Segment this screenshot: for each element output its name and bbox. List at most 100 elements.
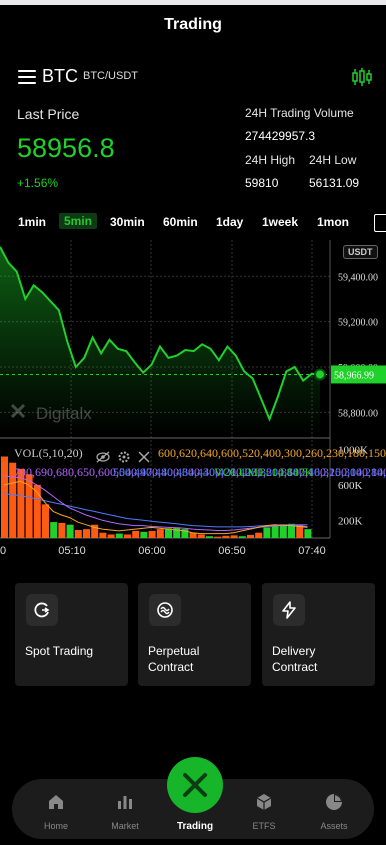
volume-bar	[107, 534, 115, 538]
price-axis-tick: 58,800.00	[338, 408, 378, 419]
volume-bar	[197, 534, 205, 538]
volume-bar	[156, 529, 164, 538]
nav-market-label: Market	[111, 821, 139, 831]
volume-bar	[83, 529, 90, 538]
volume-value: 274429957.3	[245, 129, 316, 143]
menu-icon[interactable]	[18, 70, 36, 84]
trading-fab-button[interactable]	[167, 757, 223, 813]
home-icon	[49, 795, 63, 809]
time-axis-tick: 06:50	[218, 545, 246, 557]
tab-interval-1min[interactable]: 1min	[18, 215, 46, 229]
time-axis-tick: 0	[0, 545, 6, 557]
last-price: 58956.8	[17, 133, 115, 163]
nav-trading-label[interactable]: Trading	[160, 821, 230, 832]
eye-icon[interactable]	[96, 451, 110, 463]
currency-tag: USDT	[343, 245, 378, 259]
volume-bar	[1, 456, 8, 538]
ma20-line	[3, 493, 308, 528]
close-icon[interactable]	[138, 451, 150, 463]
delivery-contract-label: Delivery Contract	[272, 644, 318, 674]
volume-bar	[74, 530, 82, 538]
tab-interval-1week[interactable]: 1week	[262, 215, 298, 229]
trading-x-icon	[183, 773, 208, 797]
volume-bar	[115, 533, 123, 538]
volume-bar	[148, 530, 156, 538]
volume-bar	[214, 536, 222, 538]
spot-trading-icon	[26, 594, 58, 626]
volume-bar	[99, 532, 107, 538]
price-change: +1.56%	[17, 176, 59, 190]
low-value: 56131.09	[309, 176, 360, 190]
volume-bar	[66, 524, 74, 538]
volume-bar	[173, 527, 181, 538]
time-axis-tick: 07:40	[298, 545, 326, 557]
tab-interval-60min[interactable]: 60min	[163, 215, 198, 229]
volume-axis-tick: 600K	[338, 480, 363, 492]
volume-bar	[17, 468, 25, 538]
nav-assets[interactable]: Assets	[304, 779, 364, 839]
current-price-dot	[314, 368, 326, 381]
nav-etfs[interactable]: ETFS	[234, 779, 294, 839]
low-label: 24H Low	[309, 153, 357, 167]
interval-tabs: 1min 5min 30min 60min 1day 1week 1mon	[0, 212, 386, 234]
price-axis-tick: 59,400.00	[338, 272, 378, 283]
current-price-tag-label: 58,966.99	[334, 370, 374, 381]
nav-home[interactable]: Home	[26, 779, 86, 839]
cube-icon	[256, 794, 272, 810]
bar-chart-icon	[118, 796, 132, 809]
volume-bar	[124, 534, 131, 538]
pie-chart-icon	[326, 794, 342, 810]
ma5-label: 600,620,640,600,520,400,300,260,230,180,…	[158, 446, 386, 460]
volume-bar	[304, 529, 312, 538]
spot-trading-card[interactable]: Spot Trading	[15, 583, 128, 686]
nav-etfs-label: ETFS	[252, 821, 276, 831]
volume-label-value: VOLUME: 14.847K	[214, 465, 314, 479]
nav-home-label: Home	[43, 821, 68, 831]
perpetual-contract-label: Perpetual Contract	[148, 644, 200, 674]
svg-text:Digitalx: Digitalx	[36, 404, 92, 423]
chart-settings-icon[interactable]	[374, 214, 386, 232]
time-axis-tick: 05:10	[58, 545, 86, 557]
time-axis-tick: 06:00	[138, 545, 166, 557]
tab-interval-5min[interactable]: 5min	[59, 213, 98, 229]
last-price-label: Last Price	[17, 106, 80, 122]
volume-bar	[42, 504, 49, 538]
volume-bar	[206, 536, 213, 538]
symbol[interactable]: BTC	[42, 66, 78, 87]
nav-market[interactable]: Market	[95, 779, 155, 839]
tab-interval-30min[interactable]: 30min	[110, 215, 145, 229]
volume-bar	[50, 522, 58, 538]
perpetual-contract-icon	[149, 594, 181, 626]
price-axis-tick: 59,200.00	[338, 318, 378, 329]
volume-bar	[222, 535, 230, 538]
status-strip	[0, 0, 386, 5]
volume-label: 24H Trading Volume	[245, 106, 354, 120]
vol-indicator-label: VOL(5,10,20)	[14, 446, 83, 460]
volume-axis-tick: 200K	[338, 515, 363, 527]
volume-bar	[140, 531, 148, 538]
volume-bar	[263, 527, 271, 538]
volume-bar	[247, 534, 254, 538]
tab-interval-1mon[interactable]: 1mon	[317, 215, 349, 229]
volume-bar	[255, 532, 263, 538]
tab-interval-1day[interactable]: 1day	[216, 215, 243, 229]
delivery-contract-icon	[273, 594, 305, 626]
volume-bar	[271, 524, 279, 538]
delivery-contract-card[interactable]: Delivery Contract	[262, 583, 375, 686]
volume-bar	[230, 535, 238, 538]
price-chart[interactable]: 59,400.0059,200.0059,000.0058,800.0058,9…	[0, 240, 386, 560]
volume-bar	[58, 522, 66, 538]
ma10-line	[3, 475, 308, 531]
high-value: 59810	[245, 176, 279, 190]
candlestick-chart-icon[interactable]	[352, 67, 372, 87]
volume-bar	[279, 525, 287, 538]
page-title: Trading	[164, 16, 222, 33]
volume-bar	[238, 536, 246, 538]
spot-trading-label: Spot Trading	[25, 644, 94, 658]
gear-icon[interactable]	[118, 451, 130, 463]
pair-label: BTC/USDT	[83, 70, 138, 82]
perpetual-contract-card[interactable]: Perpetual Contract	[138, 583, 251, 686]
volume-bar	[132, 530, 140, 538]
high-label: 24H High	[245, 153, 296, 167]
nav-assets-label: Assets	[320, 821, 348, 831]
